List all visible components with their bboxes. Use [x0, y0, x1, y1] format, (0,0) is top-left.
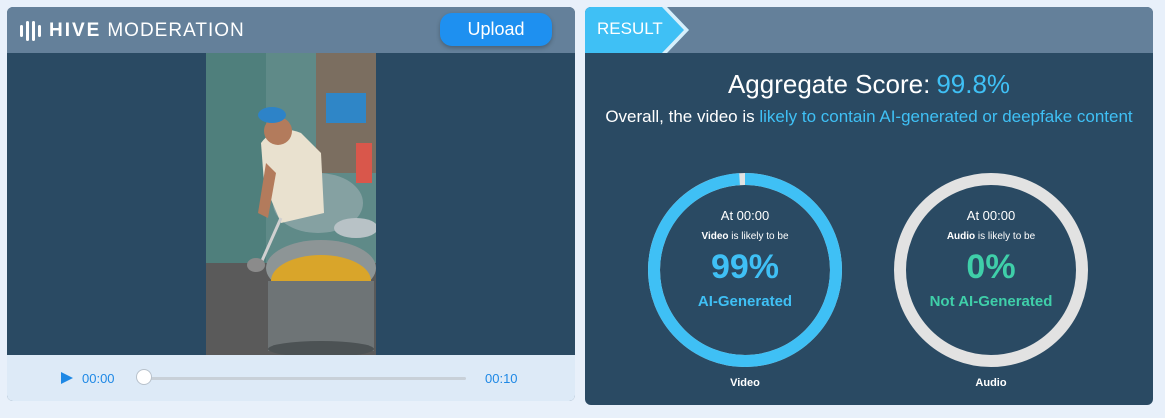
- audio-gauge: At 00:00 Audio is likely to be 0% Not AI…: [891, 170, 1091, 370]
- video-gauge-time: At 00:00: [720, 208, 770, 223]
- summary-highlight: likely to contain AI-generated or deepfa…: [759, 107, 1133, 126]
- video-gauge: At 00:00 Video is likely to be 99% AI-Ge…: [645, 170, 845, 370]
- aggregate-label: Aggregate Score:: [727, 69, 931, 99]
- aggregate-score: Aggregate Score: 99.8%: [585, 69, 1153, 100]
- hive-logo-icon: [20, 21, 41, 41]
- result-header: RESULT: [585, 7, 1153, 53]
- audio-gauge-caption: Audio: [975, 377, 1007, 389]
- audio-gauge-subject: Audio: [946, 231, 976, 242]
- video-gauge-percent: 99%: [710, 248, 780, 286]
- video-thumbnail-image: [206, 53, 376, 355]
- audio-gauge-percent: 0%: [966, 248, 1016, 286]
- result-label: RESULT: [597, 19, 663, 38]
- video-gauge-caption: Video: [730, 377, 760, 389]
- summary-prefix: Overall, the video is: [605, 107, 760, 126]
- result-summary: Overall, the video is likely to contain …: [605, 104, 1133, 130]
- logo-text-light: MODERATION: [107, 20, 245, 41]
- hive-logo: HIVE MODERATION: [20, 20, 245, 42]
- seek-slider-thumb[interactable]: [136, 369, 152, 385]
- video-gauge-subject: Video: [701, 231, 729, 242]
- upload-panel: HIVE MODERATION Upload 00:00 00:10: [7, 7, 575, 401]
- aggregate-value: 99.8%: [936, 69, 1011, 99]
- panel-header: HIVE MODERATION Upload: [7, 7, 575, 53]
- result-tab: RESULT: [585, 7, 689, 53]
- video-frame[interactable]: [206, 53, 376, 355]
- video-player[interactable]: [7, 53, 575, 355]
- current-time: 00:00: [82, 371, 115, 386]
- upload-button[interactable]: Upload: [440, 13, 552, 46]
- video-gauge-subtitle: Video is likely to be: [645, 231, 845, 242]
- play-icon[interactable]: [61, 372, 73, 384]
- duration-time: 00:10: [485, 371, 518, 386]
- video-gauge-likely: is likely to be: [728, 231, 789, 242]
- audio-gauge-subtitle: Audio is likely to be: [891, 231, 1091, 242]
- seek-track[interactable]: [145, 377, 466, 380]
- audio-gauge-time: At 00:00: [966, 208, 1016, 223]
- audio-gauge-likely: is likely to be: [975, 231, 1036, 242]
- logo-text-bold: HIVE: [49, 20, 102, 41]
- video-gauge-label: AI-Generated: [697, 293, 793, 310]
- video-controls: 00:00 00:10: [7, 355, 575, 401]
- result-panel: RESULT Aggregate Score: 99.8% Overall, th…: [585, 7, 1153, 405]
- audio-gauge-label: Not AI-Generated: [929, 293, 1053, 310]
